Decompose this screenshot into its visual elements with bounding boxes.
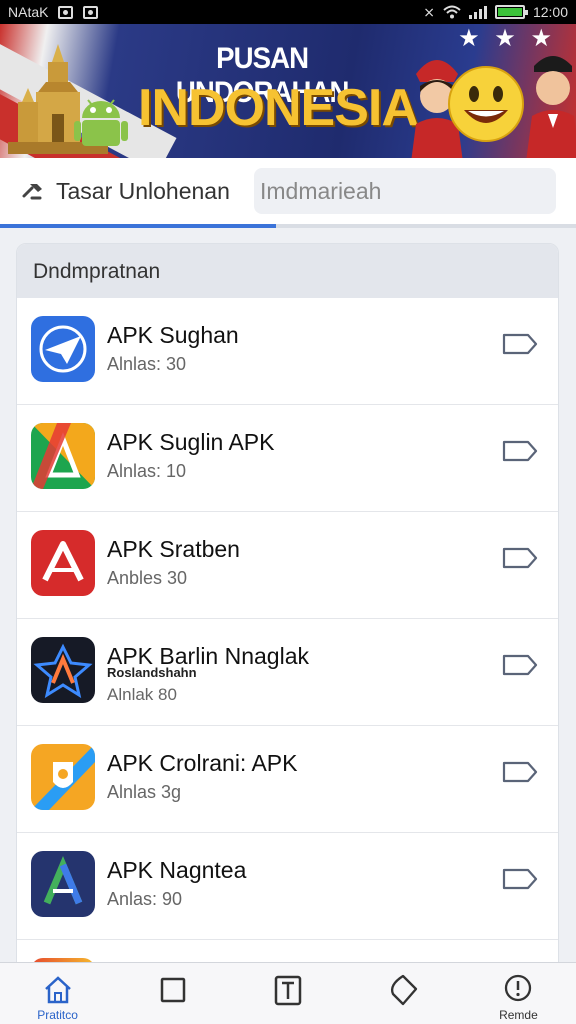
paper-plane-icon <box>31 316 95 382</box>
progress-track <box>0 224 576 228</box>
list-item[interactable]: APK Sratben Anbles 30 <box>17 512 558 619</box>
tag-arrow-icon[interactable] <box>502 546 538 570</box>
app-name: APK Suglin APK <box>107 429 275 455</box>
tag-arrow-icon[interactable] <box>502 760 538 784</box>
smiley-emoji-icon <box>448 66 524 142</box>
hammer-icon <box>22 184 42 200</box>
list-item[interactable]: APK Crolrani: APK Alnlas 3g <box>17 726 558 833</box>
search-tab-label: Tasar Unlohenan <box>56 177 230 204</box>
nav-item-tag[interactable] <box>346 963 461 1024</box>
app-name: APK Sughan <box>107 322 239 348</box>
star-a-dark-icon <box>31 637 95 703</box>
status-bar: NAtaK ⨯ 12:00 <box>0 0 576 24</box>
camera-notification-icon <box>83 5 99 19</box>
app-count: Alnlak 80 <box>107 685 177 704</box>
android-mascot-icon <box>74 99 128 146</box>
nav-item-alert-circle[interactable]: Remde <box>461 963 576 1024</box>
list-item[interactable]: APK Sughan Alnlas: 30 <box>17 298 558 405</box>
nav-item-square[interactable] <box>115 963 230 1024</box>
app-name: APK Sratben <box>107 536 240 562</box>
nav-label: Pratitco <box>37 1008 78 1022</box>
nav-item-home[interactable]: Pratitco <box>0 963 115 1024</box>
tag-arrow-icon[interactable] <box>502 332 538 356</box>
wifi-icon <box>443 5 461 19</box>
app-count: Anlas: 90 <box>107 889 183 909</box>
app-name: APK Nagntea <box>107 857 247 883</box>
search-bar: Tasar Unlohenan <box>0 158 576 228</box>
alert-circle-icon <box>505 974 532 1002</box>
clock: 12:00 <box>532 4 568 20</box>
list-item[interactable]: APK Nagntea Anlas: 90 <box>17 833 558 940</box>
app-subtitle: Roslandshahn <box>107 665 197 680</box>
app-list-card: Dndmpratnan APK Sughan Alnlas: 30 APK Su… <box>16 243 559 973</box>
app-list: APK Sughan Alnlas: 30 APK Suglin APK Aln… <box>17 298 558 940</box>
search-tab[interactable]: Tasar Unlohenan <box>20 168 230 214</box>
boy-figure-icon <box>526 56 576 158</box>
battery-icon <box>494 5 528 19</box>
tag-icon <box>391 974 418 1006</box>
carrier-label: NAtaK <box>8 4 49 20</box>
home-icon <box>44 976 71 1004</box>
banner-subtitle: INDONESIA <box>138 79 419 137</box>
app-count: Alnlas: 10 <box>107 461 187 481</box>
nav-item-text-box[interactable] <box>230 963 345 1024</box>
triangle-multicolor-icon <box>31 423 95 489</box>
list-header: Dndmpratnan <box>17 244 558 298</box>
promo-banner[interactable]: PUSAN UNDORAHAN INDONESIA ★ ★ ★ <box>0 24 576 158</box>
nav-label: Remde <box>499 1008 538 1022</box>
app-count: Alnlas: 30 <box>107 354 187 374</box>
tag-arrow-icon[interactable] <box>502 867 538 891</box>
text-box-icon <box>274 975 302 1006</box>
progress-fill <box>0 224 277 228</box>
tag-arrow-icon[interactable] <box>502 653 538 677</box>
square-icon <box>160 977 186 1003</box>
search-input[interactable] <box>254 168 556 214</box>
app-name: APK Crolrani: APK <box>107 750 298 776</box>
shield-orange-icon <box>31 744 95 810</box>
bottom-navigation: Pratitco Remde <box>0 962 576 1024</box>
letter-a-red-icon <box>31 530 95 596</box>
mute-icon: ⨯ <box>423 3 435 20</box>
letter-a-navy-icon <box>31 851 95 917</box>
list-item[interactable]: APK Barlin Nnaglak Roslandshahn Alnlak 8… <box>17 619 558 726</box>
signal-icon <box>468 5 487 19</box>
tag-arrow-icon[interactable] <box>502 439 538 463</box>
app-count: Alnlas 3g <box>107 782 182 802</box>
image-notification-icon <box>58 5 74 19</box>
app-count: Anbles 30 <box>107 568 188 588</box>
list-item[interactable]: APK Suglin APK Alnlas: 10 <box>17 405 558 512</box>
